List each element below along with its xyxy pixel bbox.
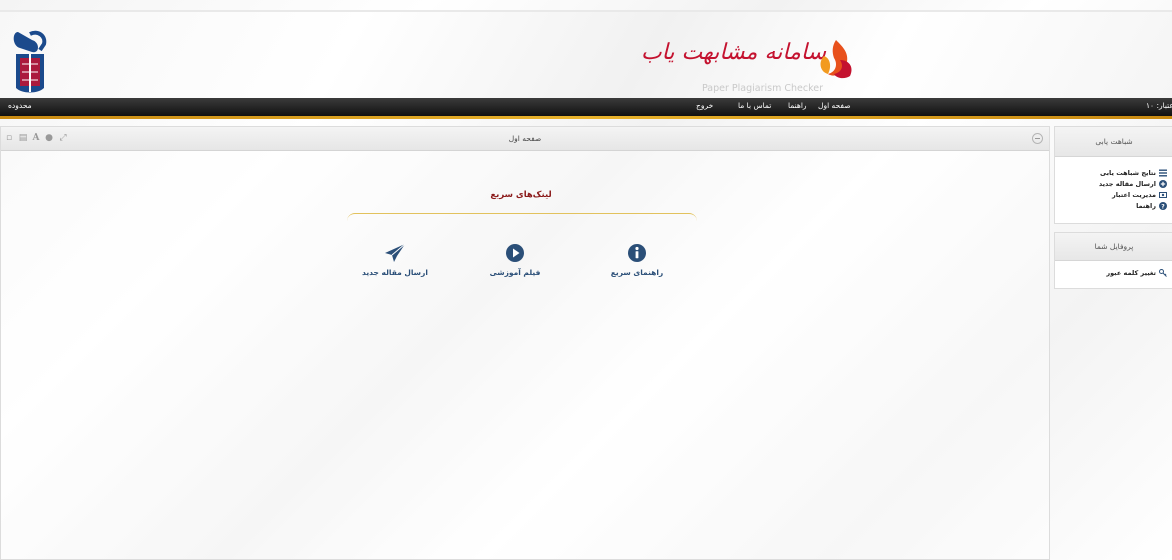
- nav-item-help[interactable]: راهنما: [788, 101, 807, 110]
- sidebar-item-change-password-label: تغییر کلمه عبور: [1106, 268, 1156, 277]
- brand-subtitle: Paper Plagiarism Checker: [702, 83, 824, 94]
- sidebar-item-submit[interactable]: ارسال مقاله جدید: [1055, 178, 1172, 189]
- list-icon: [1159, 169, 1167, 176]
- main-panel-header: ▫ ▤ A ● ⤢ صفحه اول: [1, 127, 1049, 151]
- sidebar-item-change-password[interactable]: تغییر کلمه عبور: [1055, 267, 1172, 278]
- quick-link-submit[interactable]: ارسال مقاله جدید: [350, 243, 440, 277]
- sidebar-item-credit[interactable]: مدیریت اعتبار: [1055, 189, 1172, 200]
- sidebar-item-help-label: راهنما: [1136, 201, 1156, 210]
- site-header: سامانه مشابهت یاب Paper Plagiarism Check…: [0, 12, 1172, 98]
- quick-link-guide[interactable]: راهنمای سریع: [592, 243, 682, 277]
- main-navbar: محدوده خروج تماس با ما راهنما صفحه اول ا…: [0, 98, 1172, 116]
- collapse-icon[interactable]: [1032, 133, 1043, 144]
- sidebar-item-help[interactable]: ? راهنما: [1055, 200, 1172, 211]
- nav-item-logout[interactable]: خروج: [696, 101, 713, 110]
- sidebar-item-results[interactable]: نتایج شباهت یابی: [1055, 167, 1172, 178]
- quick-links-heading: لینک‌های سریع: [490, 190, 552, 200]
- flame-logo-icon: [820, 40, 852, 79]
- key-icon: [1159, 268, 1167, 277]
- quick-link-video-label: فیلم آموزشی: [489, 268, 541, 277]
- page-title: صفحه اول: [508, 134, 542, 143]
- sidebar-profile-panel: پروفایل شما تغییر کلمه عبور: [1054, 232, 1172, 289]
- sidebar-similarity-title: شباهت یابی: [1055, 127, 1172, 157]
- sidebar-item-results-label: نتایج شباهت یابی: [1100, 168, 1156, 177]
- quick-link-submit-label: ارسال مقاله جدید: [362, 268, 428, 277]
- nav-range-label: محدوده: [8, 101, 32, 110]
- plus-circle-icon: [1159, 179, 1167, 188]
- sidebar-item-submit-label: ارسال مقاله جدید: [1098, 179, 1156, 188]
- brand-logo[interactable]: سامانه مشابهت یاب Paper Plagiarism Check…: [641, 38, 866, 98]
- nav-item-home[interactable]: صفحه اول: [818, 101, 851, 110]
- credit-icon: [1159, 191, 1167, 198]
- sidebar-item-credit-label: مدیریت اعتبار: [1111, 190, 1156, 199]
- brand-title: سامانه مشابهت یاب: [640, 40, 826, 65]
- quick-links-divider: [347, 213, 697, 221]
- nav-item-contact[interactable]: تماس با ما: [738, 101, 771, 110]
- question-circle-icon: ?: [1159, 201, 1167, 210]
- sidebar-similarity-panel: شباهت یابی نتایج شباهت یابی ارسال مقاله …: [1054, 126, 1172, 224]
- nav-credit: اعتبار: ۱۰: [1146, 101, 1172, 110]
- navbar-accent-line: [0, 116, 1172, 119]
- info-circle-icon: [628, 244, 646, 262]
- svg-text:?: ?: [1161, 203, 1165, 210]
- quick-link-video[interactable]: فیلم آموزشی: [470, 243, 560, 277]
- quick-link-guide-label: راهنمای سریع: [610, 268, 664, 277]
- sidebar-profile-title: پروفایل شما: [1055, 233, 1172, 261]
- institution-logo-icon[interactable]: [10, 28, 50, 96]
- paper-plane-icon: [385, 243, 406, 262]
- play-circle-icon: [506, 244, 524, 262]
